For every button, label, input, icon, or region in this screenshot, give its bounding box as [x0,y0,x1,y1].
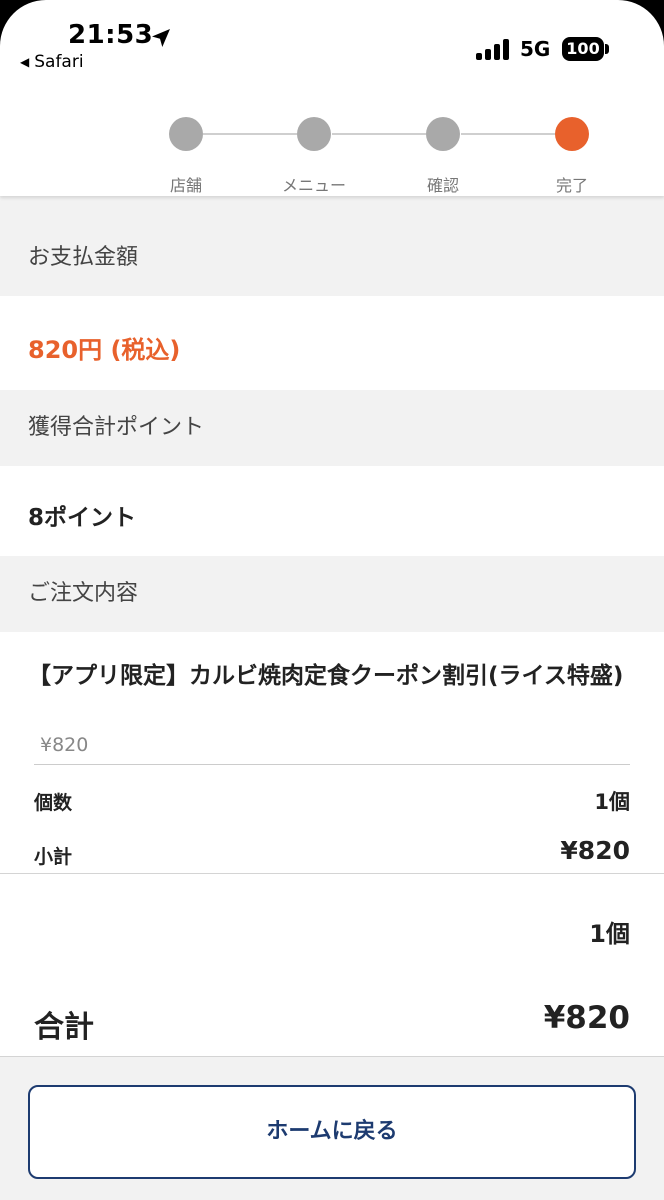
points-heading: 獲得合計ポイント [0,390,664,466]
order-heading: ご注文内容 [0,556,664,632]
quantity-value: 1個 [594,790,630,814]
total-label: 合計 [34,1010,94,1045]
subtotal-label: 小計 [34,846,73,868]
order-complete-screen: 21:53 ◀ Safari 5G 100 店舗 メニュー 確認 完了 お支払金… [0,0,664,1200]
location-arrow-icon [152,29,170,47]
total-value: ¥820 [543,1000,630,1036]
header: 21:53 ◀ Safari 5G 100 店舗 メニュー 確認 完了 [0,0,664,196]
payment-heading: お支払金額 [0,220,664,296]
cellular-signal-icon [476,38,510,60]
item-name: 【アプリ限定】カルビ焼肉定食クーポン割引(ライス特盛) [28,663,624,689]
step-connector [203,133,297,135]
subtotal-value: ¥820 [560,836,630,865]
order-section: 【アプリ限定】カルビ焼肉定食クーポン割引(ライス特盛) ¥820 個数 1個 小… [0,632,664,1056]
network-type: 5G [520,37,551,61]
step-dot-confirm [426,117,460,151]
bottom-divider [0,1056,664,1057]
step-label-confirm: 確認 [426,176,459,195]
quantity-label: 個数 [34,792,73,814]
step-dot-complete [555,117,589,151]
payment-amount: 820円 (税込) [28,336,181,364]
points-value: 8ポイント [28,505,137,531]
battery-tip [605,44,609,54]
back-to-safari-link[interactable]: ◀ Safari [20,52,84,72]
item-price: ¥820 [40,734,89,756]
step-dot-menu [297,117,331,151]
step-connector [461,133,555,135]
battery-icon: 100 [562,37,604,61]
points-section: 8ポイント [0,466,664,556]
subtotal-divider [0,873,664,874]
step-connector [332,133,426,135]
back-triangle-icon: ◀ [20,55,30,69]
item-divider [34,764,630,765]
back-app-label: Safari [34,52,84,72]
header-background: 21:53 ◀ Safari 5G 100 店舗 メニュー 確認 完了 [0,0,664,196]
step-label-menu: メニュー [281,176,346,195]
payment-section: 820円 (税込) [0,296,664,390]
step-dot-store [169,117,203,151]
home-button[interactable]: ホームに戻る [28,1085,636,1179]
step-label-store: 店舗 [169,176,202,195]
step-label-complete: 完了 [555,176,588,195]
status-time: 21:53 [68,20,154,50]
total-quantity: 1個 [589,920,630,948]
